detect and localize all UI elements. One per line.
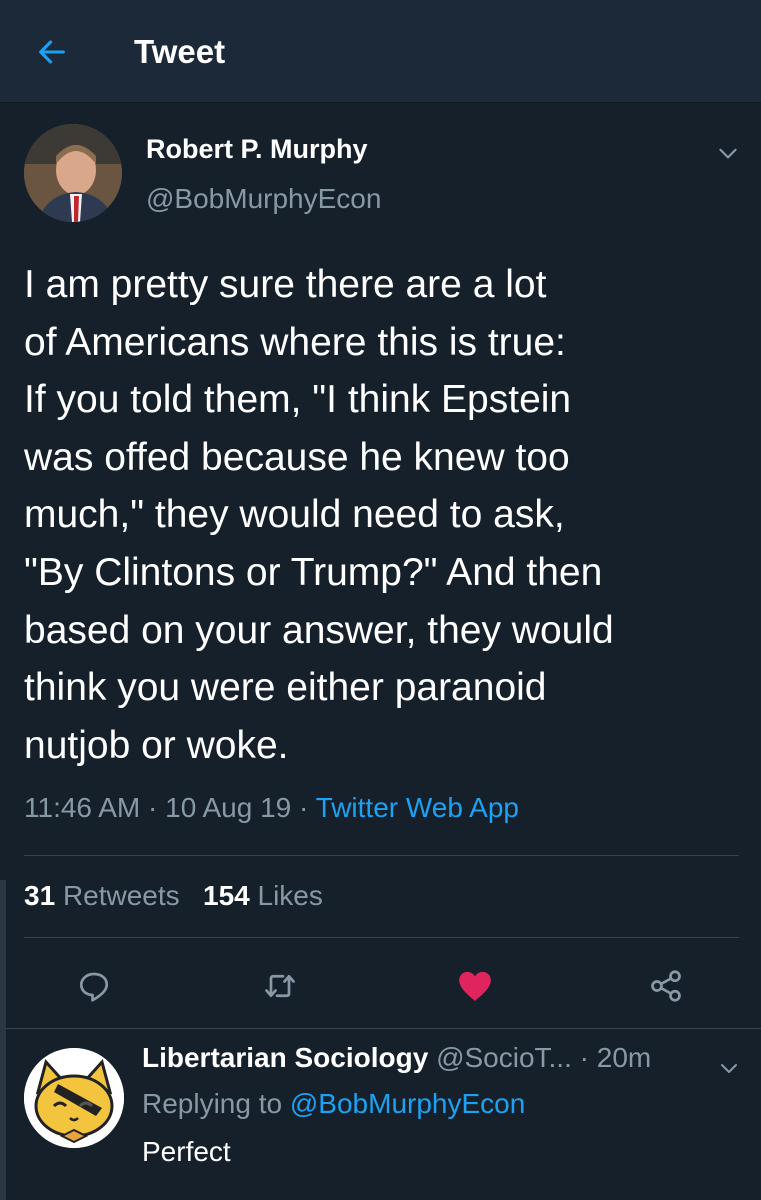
divider — [0, 1028, 761, 1029]
reply-text: Perfect — [142, 1136, 231, 1167]
author-name[interactable]: Robert P. Murphy — [146, 134, 368, 165]
engagement-stats: 31 Retweets 154 Likes — [24, 880, 323, 912]
retweet-icon — [265, 974, 295, 998]
like-button[interactable] — [451, 962, 499, 1010]
replying-to: Replying to @BobMurphyEcon — [142, 1088, 525, 1120]
top-bar: Tweet — [0, 0, 761, 103]
retweets-count: 31 — [24, 880, 56, 911]
tweet-source-link[interactable]: Twitter Web App — [316, 792, 519, 823]
heart-icon — [459, 971, 491, 1001]
tweet-time: 11:46 AM — [24, 792, 141, 823]
retweets-label: Retweets — [62, 880, 180, 911]
likes-count: 154 — [203, 880, 250, 911]
share-button[interactable] — [642, 962, 690, 1010]
reply-time[interactable]: 20m — [597, 1042, 651, 1073]
share-icon — [651, 970, 681, 1002]
arrow-left-icon — [39, 40, 65, 64]
author-avatar[interactable] — [24, 124, 122, 222]
action-bar — [0, 952, 761, 1016]
replying-prefix: Replying to — [142, 1088, 283, 1119]
reply-author-handle[interactable]: @SocioT... — [436, 1042, 572, 1073]
retweets-stat[interactable]: 31 Retweets — [24, 880, 180, 911]
likes-stat[interactable]: 154 Likes — [203, 880, 323, 911]
tweet-date: 10 Aug 19 — [165, 792, 292, 823]
back-button[interactable] — [28, 30, 76, 74]
tweet-text: I am pretty sure there are a lot of Amer… — [24, 263, 614, 767]
page-title: Tweet — [134, 33, 226, 70]
divider — [24, 937, 739, 938]
scrollbar[interactable] — [0, 880, 6, 1200]
reply-icon — [79, 972, 109, 1002]
reply-button[interactable] — [70, 962, 118, 1010]
chevron-down-icon[interactable] — [717, 1056, 741, 1080]
reply-header: Libertarian Sociology @SocioT... · 20m — [142, 1042, 652, 1073]
retweet-button[interactable] — [256, 962, 304, 1010]
replying-mention-link[interactable]: @BobMurphyEcon — [290, 1088, 525, 1119]
reply-avatar[interactable] — [24, 1048, 124, 1148]
chevron-down-icon[interactable] — [715, 140, 741, 166]
likes-label: Likes — [257, 880, 323, 911]
divider — [24, 855, 739, 856]
tweet-meta: 11:46 AM · 10 Aug 19 · Twitter Web App — [24, 792, 519, 823]
reply-author-name[interactable]: Libertarian Sociology — [142, 1042, 428, 1073]
author-handle[interactable]: @BobMurphyEcon — [146, 183, 381, 215]
